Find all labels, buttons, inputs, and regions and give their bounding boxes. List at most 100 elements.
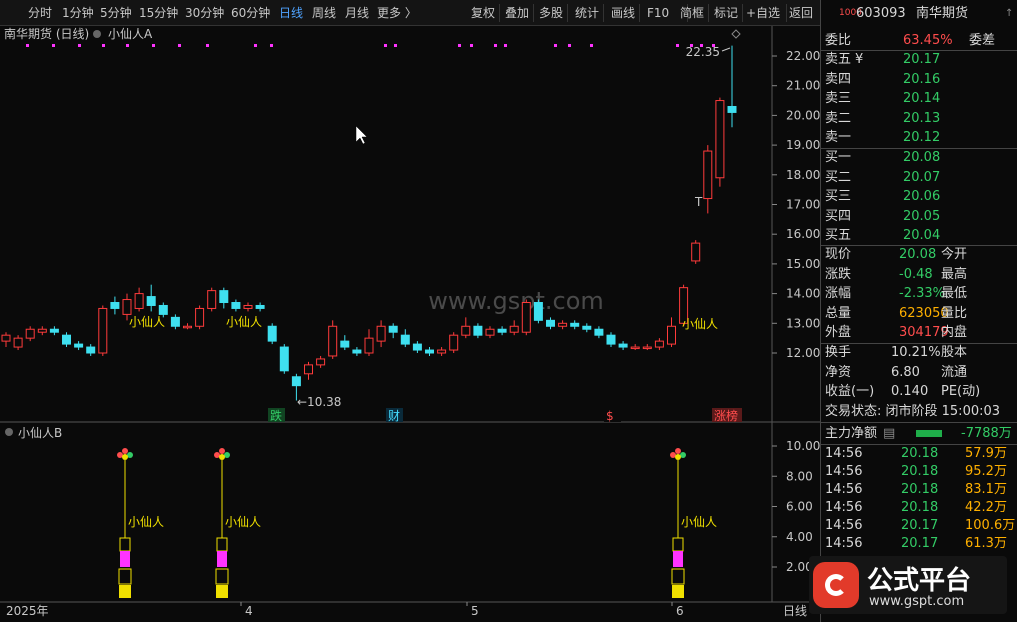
period-tab-9[interactable]: 更多 〉 bbox=[377, 0, 417, 26]
toolbar-divider bbox=[786, 4, 787, 22]
candle-body[interactable] bbox=[352, 349, 362, 354]
candle-body[interactable] bbox=[13, 337, 23, 348]
toolbar-action-6[interactable]: 简框 bbox=[680, 0, 704, 26]
candle-body[interactable] bbox=[364, 337, 374, 354]
candle-body[interactable] bbox=[255, 304, 265, 309]
candle-body[interactable] bbox=[497, 328, 507, 333]
chart-title: 南华期货 (日线) bbox=[4, 26, 89, 41]
toolbar-action-0[interactable]: 复权 bbox=[471, 0, 495, 26]
flow-icon: ▤ bbox=[883, 426, 896, 441]
candle-body[interactable] bbox=[727, 105, 737, 113]
toolbar-action-1[interactable]: 叠加 bbox=[505, 0, 529, 26]
signal-box bbox=[216, 537, 228, 552]
kline-chart[interactable]: 22.00 21.00 20.00 19.00 18.00 17.00 16.00 15.00… bbox=[0, 26, 820, 622]
period-tab-6[interactable]: 日线 bbox=[279, 0, 303, 26]
candle-body[interactable] bbox=[49, 328, 59, 333]
candle-body[interactable] bbox=[473, 325, 483, 336]
candle-body[interactable] bbox=[98, 307, 108, 354]
candle-body[interactable] bbox=[400, 334, 410, 345]
xiaoxianren-label: 小仙人 bbox=[129, 315, 165, 329]
period-tab-2[interactable]: 5分钟 bbox=[100, 0, 132, 26]
period-tab-4[interactable]: 30分钟 bbox=[185, 0, 224, 26]
signal-dot bbox=[52, 44, 55, 47]
candle-body[interactable] bbox=[231, 302, 241, 309]
candle-body[interactable] bbox=[425, 349, 434, 354]
candle-body[interactable] bbox=[618, 343, 628, 348]
candle-body[interactable] bbox=[509, 325, 519, 333]
tick-row: 14:56 20.18 57.9万 bbox=[821, 444, 1017, 464]
candle-body[interactable] bbox=[219, 290, 229, 304]
candle-body[interactable] bbox=[37, 328, 47, 333]
tick-price: 20.18 bbox=[901, 464, 939, 479]
candle-body[interactable] bbox=[146, 296, 156, 306]
candle-body[interactable] bbox=[291, 376, 301, 387]
candle-body[interactable] bbox=[449, 334, 459, 351]
candle-body[interactable] bbox=[328, 325, 338, 357]
low-price-label: ←10.38 bbox=[297, 395, 341, 409]
candle-body[interactable] bbox=[412, 343, 422, 351]
candle-body[interactable] bbox=[594, 328, 604, 336]
toolbar-action-4[interactable]: 画线 bbox=[611, 0, 635, 26]
candle-body[interactable] bbox=[582, 325, 592, 330]
candle-body[interactable] bbox=[134, 293, 144, 309]
toolbar-action-5[interactable]: F10 bbox=[647, 0, 669, 26]
candle-body[interactable] bbox=[340, 340, 350, 348]
toolbar-action-3[interactable]: 统计 bbox=[575, 0, 599, 26]
candle-body[interactable] bbox=[558, 322, 568, 327]
candle-body[interactable] bbox=[606, 334, 616, 345]
candle-body[interactable] bbox=[267, 325, 277, 342]
toolbar-action-7[interactable]: 标记 bbox=[714, 0, 738, 26]
candle-body[interactable] bbox=[485, 328, 495, 336]
period-tab-0[interactable]: 分时 bbox=[28, 0, 52, 26]
indicator-b-toggle-icon[interactable] bbox=[5, 428, 13, 436]
candle-body[interactable] bbox=[207, 290, 217, 309]
signal-dot bbox=[384, 44, 387, 47]
candle-body[interactable] bbox=[521, 302, 531, 333]
stat-right-label: 最高 bbox=[941, 266, 968, 282]
candle-body[interactable] bbox=[195, 307, 205, 327]
period-tab-5[interactable]: 60分钟 bbox=[231, 0, 270, 26]
candle-body[interactable] bbox=[642, 346, 652, 350]
candle-body[interactable] bbox=[667, 325, 676, 345]
period-tab-3[interactable]: 15分钟 bbox=[139, 0, 178, 26]
candle-body[interactable] bbox=[1, 334, 11, 342]
candle-body[interactable] bbox=[437, 349, 447, 354]
signal-dot bbox=[126, 44, 129, 47]
signal-dot bbox=[102, 44, 105, 47]
candle-body[interactable] bbox=[461, 325, 471, 336]
bid-row: 买三 20.06 bbox=[821, 187, 1017, 207]
candle-body[interactable] bbox=[304, 364, 313, 375]
candle-body[interactable] bbox=[715, 100, 725, 179]
candle-body[interactable] bbox=[376, 325, 386, 342]
tick-time: 14:56 bbox=[825, 518, 863, 533]
candle-body[interactable] bbox=[170, 316, 180, 327]
stat-value: 20.08 bbox=[899, 247, 937, 262]
toolbar-action-2[interactable]: 多股 bbox=[539, 0, 563, 26]
period-tab-7[interactable]: 周线 bbox=[312, 0, 336, 26]
tick-row: 14:56 20.18 83.1万 bbox=[821, 480, 1017, 500]
candle-body[interactable] bbox=[183, 325, 192, 329]
candle-body[interactable] bbox=[533, 302, 543, 321]
candle-body[interactable] bbox=[158, 304, 168, 315]
candle-body[interactable] bbox=[25, 328, 35, 339]
candle-body[interactable] bbox=[570, 322, 580, 327]
period-tab-1[interactable]: 1分钟 bbox=[62, 0, 94, 26]
period-tab-8[interactable]: 月线 bbox=[345, 0, 369, 26]
candle-body[interactable] bbox=[654, 340, 664, 348]
indicator-a-toggle-icon[interactable] bbox=[93, 30, 101, 38]
candle-body[interactable] bbox=[122, 299, 132, 315]
candle-body[interactable] bbox=[74, 343, 84, 348]
toolbar-action-9[interactable]: 返回 bbox=[789, 0, 813, 26]
candle-body[interactable] bbox=[279, 346, 289, 372]
candle-body[interactable] bbox=[388, 325, 398, 333]
candle-body[interactable] bbox=[86, 346, 96, 354]
candle-body[interactable] bbox=[703, 150, 713, 200]
candle-body[interactable] bbox=[630, 346, 640, 350]
candle-body[interactable] bbox=[691, 242, 701, 262]
candle-body[interactable] bbox=[316, 358, 326, 366]
candle-body[interactable] bbox=[62, 334, 71, 345]
candle-body[interactable] bbox=[110, 302, 120, 309]
candle-body[interactable] bbox=[243, 304, 253, 309]
candle-body[interactable] bbox=[546, 319, 555, 327]
toolbar-action-8[interactable]: +自选 bbox=[746, 0, 780, 26]
